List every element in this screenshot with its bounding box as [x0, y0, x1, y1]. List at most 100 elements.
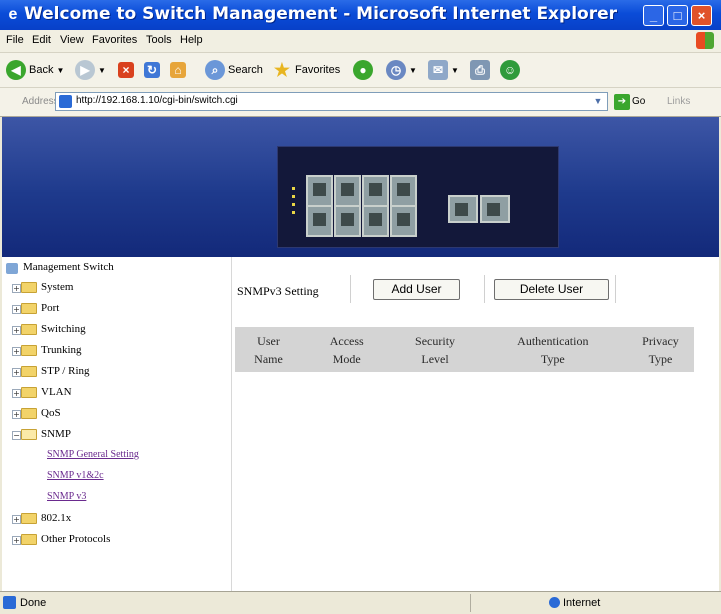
sidebar-item-802-1x[interactable]: +802.1x — [2, 510, 231, 530]
sidebar-item-vlan[interactable]: + VLAN — [2, 384, 231, 404]
folder-icon — [21, 387, 37, 398]
users-table: User Name Access Mode Security Level Authen… — [235, 327, 694, 372]
go-arrow-icon[interactable]: ➔ — [614, 94, 630, 110]
snmp-subpage-link[interactable]: SNMP v3 — [47, 491, 86, 502]
fiber-port — [448, 195, 478, 223]
status-led — [292, 211, 295, 214]
maximize-button[interactable]: □ — [667, 5, 688, 26]
folder-icon — [21, 282, 37, 293]
menu-edit[interactable]: Edit — [32, 34, 51, 46]
table-header-row: User Name Access Mode Security Level Authen… — [235, 327, 694, 372]
title-bar[interactable]: e Welcome to Switch Management - Microso… — [0, 0, 721, 30]
address-url: http://192.168.1.10/cgi-bin/switch.cgi — [76, 95, 238, 106]
menu-help[interactable]: Help — [180, 34, 203, 46]
expand-icon[interactable]: + — [12, 389, 21, 398]
status-led — [292, 195, 295, 198]
expand-icon[interactable]: + — [12, 536, 21, 545]
section-label: SNMPv3 Setting — [237, 284, 319, 298]
ethernet-port — [334, 175, 361, 207]
security-zone: Internet — [563, 597, 601, 609]
sidebar-item-system[interactable]: + System — [2, 279, 231, 299]
status-text: Done — [20, 597, 47, 609]
folder-icon — [21, 408, 37, 419]
minimize-button[interactable]: _ — [643, 5, 664, 26]
expand-icon[interactable]: + — [12, 410, 21, 419]
snmp-subpage-link[interactable]: SNMP v1&2c — [47, 470, 104, 481]
divider — [484, 275, 485, 303]
sidebar-item-snmp[interactable]: − SNMP — [2, 426, 231, 446]
sidebar-item-trunking[interactable]: + Trunking — [2, 342, 231, 362]
expand-icon[interactable]: + — [12, 515, 21, 524]
links-button[interactable]: Links — [667, 96, 690, 107]
messenger-button[interactable]: ☺ — [500, 59, 523, 81]
mail-button[interactable]: ✉ ▼ — [428, 59, 459, 81]
sidebar-item-label: STP / Ring — [41, 365, 90, 377]
refresh-icon: ↻ — [144, 62, 160, 79]
home-button[interactable]: ⌂ — [170, 59, 189, 81]
back-button[interactable]: ◀ Back ▼ — [6, 59, 64, 81]
favorites-button[interactable]: ★ Favorites — [272, 59, 340, 81]
refresh-button[interactable]: ↻ — [144, 59, 163, 81]
sidebar-item-qos[interactable]: + QoS — [2, 405, 231, 425]
chevron-down-icon[interactable]: ▼ — [590, 94, 606, 109]
back-arrow-icon: ◀ — [6, 60, 26, 81]
back-label: Back — [29, 64, 54, 76]
history-button[interactable]: ◷ ▼ — [386, 59, 417, 81]
sidebar-item-label: VLAN — [41, 386, 72, 398]
expand-icon[interactable]: + — [12, 326, 21, 335]
sidebar-item-other-protocols[interactable]: + Other Protocols — [2, 531, 231, 551]
add-user-button[interactable]: Add User — [373, 279, 460, 300]
table-header-user-name: User Name — [254, 333, 283, 366]
ethernet-port — [390, 175, 417, 207]
status-led — [292, 203, 295, 206]
ethernet-port — [390, 205, 417, 237]
sidebar-tree: Management Switch + System + Port + Switching… — [2, 257, 232, 591]
windows-logo-icon — [696, 32, 714, 49]
sidebar-item-label: 802.1x — [41, 512, 72, 524]
close-button[interactable]: × — [691, 5, 712, 26]
expand-icon[interactable]: + — [12, 347, 21, 356]
menu-file[interactable]: File — [6, 34, 24, 46]
search-label: Search — [228, 64, 263, 76]
delete-user-button[interactable]: Delete User — [494, 279, 609, 300]
ethernet-port — [334, 205, 361, 237]
page-done-icon — [3, 596, 16, 609]
menu-view[interactable]: View — [60, 34, 84, 46]
forward-arrow-icon: ▶ — [75, 60, 95, 81]
address-input[interactable]: http://192.168.1.10/cgi-bin/switch.cgi ▼ — [55, 92, 608, 111]
sidebar-item-port[interactable]: + Port — [2, 300, 231, 320]
favorites-label: Favorites — [295, 64, 341, 76]
ie-logo-icon: e — [8, 6, 18, 23]
menu-favorites[interactable]: Favorites — [92, 34, 137, 46]
media-button[interactable]: ● — [353, 59, 376, 81]
expand-icon[interactable]: + — [12, 305, 21, 314]
status-bar: Done Internet — [0, 591, 721, 614]
star-icon: ★ — [273, 60, 291, 81]
snmp-subpage-link[interactable]: SNMP General Setting — [47, 449, 139, 460]
tree-root[interactable]: Management Switch — [2, 259, 231, 279]
folder-icon — [21, 429, 37, 440]
media-icon: ● — [353, 60, 373, 81]
sidebar-item-stp-ring[interactable]: + STP / Ring — [2, 363, 231, 383]
divider — [470, 594, 471, 612]
go-button[interactable]: Go — [632, 96, 645, 107]
folder-icon — [21, 324, 37, 335]
mail-icon: ✉ — [428, 60, 448, 81]
sidebar-item-label: Trunking — [41, 344, 82, 356]
stop-button[interactable]: × — [118, 59, 137, 81]
collapse-icon[interactable]: − — [12, 431, 21, 440]
expand-icon[interactable]: + — [12, 368, 21, 377]
sidebar-item-switching[interactable]: + Switching — [2, 321, 231, 341]
ethernet-port — [362, 205, 389, 237]
folder-icon — [21, 513, 37, 524]
expand-icon[interactable]: + — [12, 284, 21, 293]
sidebar-item-label: SNMP — [41, 428, 71, 440]
main-content: SNMPv3 Setting Add User Delete User User… — [232, 257, 719, 591]
print-button[interactable]: ⎙ — [470, 59, 493, 81]
table-header-access-mode: Access Mode — [329, 333, 364, 366]
forward-button[interactable]: ▶ ▼ — [75, 59, 106, 81]
window-title: Welcome to Switch Management - Microsoft… — [24, 4, 617, 24]
history-icon: ◷ — [386, 60, 406, 81]
menu-tools[interactable]: Tools — [146, 34, 172, 46]
search-button[interactable]: ⌕ Search — [205, 59, 263, 81]
